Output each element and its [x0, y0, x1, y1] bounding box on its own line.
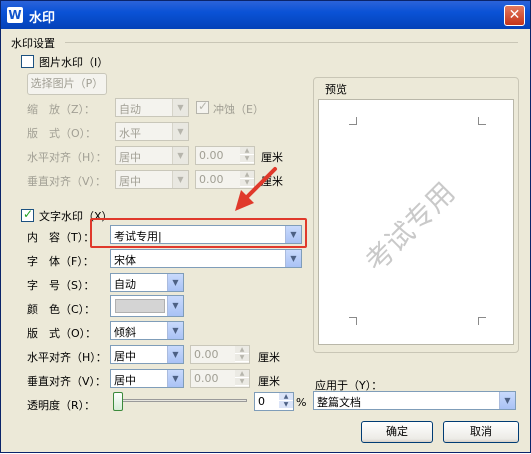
watermark-dialog: W 水印 ✕ 水印设置 图片水印（I） 选择图片（P） 缩 放（Z）： 自动 ▼ … [0, 0, 531, 453]
annotation-arrow [235, 167, 277, 211]
